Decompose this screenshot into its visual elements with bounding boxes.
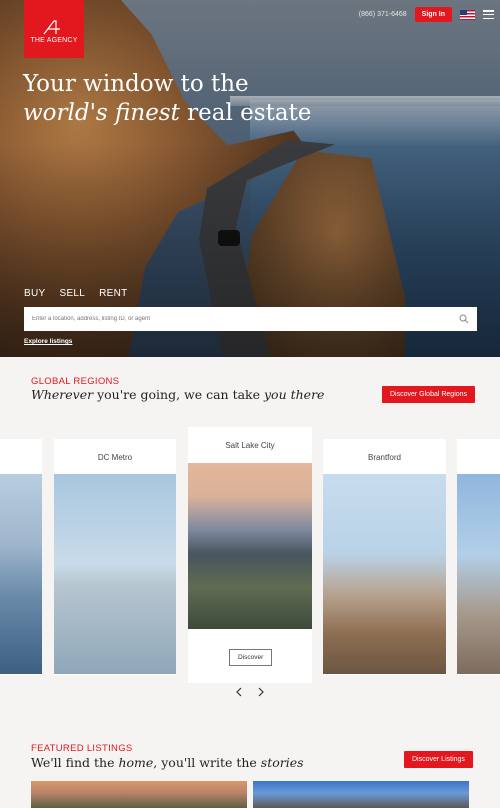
hero: THE AGENCY (866) 371-6468 Sign In Your w…	[0, 0, 500, 357]
tab-buy[interactable]: BUY	[24, 288, 45, 299]
regions-eyebrow: GLOBAL REGIONS	[31, 376, 120, 387]
region-card-edge-left[interactable]	[0, 439, 42, 675]
discover-region-button[interactable]: Discover	[229, 649, 273, 666]
featured-title-pre: We'll find the	[31, 755, 119, 770]
headline-rest: real estate	[179, 100, 312, 126]
hero-tabs: BUY SELL RENT	[24, 288, 128, 299]
region-image	[323, 474, 446, 674]
region-image	[188, 463, 312, 629]
region-image	[54, 474, 176, 674]
featured-title-italic-2: stories	[260, 755, 304, 770]
phone-number[interactable]: (866) 371-6468	[359, 11, 407, 18]
hero-headline: Your window to the world's finest real e…	[23, 70, 311, 128]
region-card-dc-metro[interactable]: DC Metro	[54, 439, 176, 675]
listing-image[interactable]	[31, 781, 247, 808]
featured-title-italic-1: home	[118, 755, 154, 770]
search-bar	[24, 307, 477, 331]
headline-line-1: Your window to the	[23, 71, 249, 97]
featured-title: We'll find the home, you'll write the st…	[31, 755, 304, 770]
tab-sell[interactable]: SELL	[59, 288, 85, 299]
carousel-controls	[0, 687, 500, 697]
region-card-salt-lake-city[interactable]: Salt Lake City Discover	[188, 427, 312, 683]
sign-in-button[interactable]: Sign In	[414, 7, 452, 22]
tab-rent[interactable]: RENT	[99, 288, 127, 299]
logo-mark-icon	[43, 20, 60, 35]
chevron-right-icon[interactable]	[257, 687, 265, 697]
region-name: Salt Lake City	[225, 441, 275, 450]
region-card-edge-right[interactable]	[457, 439, 500, 675]
region-image	[457, 474, 500, 674]
region-image	[0, 474, 42, 674]
search-icon[interactable]	[459, 314, 469, 324]
headline-italic: world's finest	[23, 100, 180, 126]
featured-listings-section: FEATURED LISTINGS We'll find the home, y…	[0, 727, 500, 808]
search-input[interactable]	[32, 316, 459, 322]
listing-image[interactable]	[253, 781, 469, 808]
regions-title-italic-1: Wherever	[31, 387, 94, 402]
logo-text: THE AGENCY	[30, 37, 78, 44]
featured-title-mid: , you'll write the	[153, 755, 261, 770]
explore-listings-link[interactable]: Explore listings	[24, 338, 72, 345]
region-name: Brantford	[368, 453, 401, 462]
regions-carousel: DC Metro Salt Lake City Discover Brantfo…	[0, 427, 500, 687]
region-card-brantford[interactable]: Brantford	[323, 439, 446, 675]
regions-title-italic-2: you there	[264, 387, 325, 402]
us-flag-icon[interactable]	[460, 9, 475, 20]
regions-title-mid: you're going, we can take	[93, 387, 264, 402]
region-name: DC Metro	[97, 453, 133, 462]
chevron-left-icon[interactable]	[235, 687, 243, 697]
regions-title: Wherever you're going, we can take you t…	[31, 387, 324, 402]
discover-global-regions-button[interactable]: Discover Global Regions	[382, 386, 476, 403]
global-regions-section: GLOBAL REGIONS Wherever you're going, we…	[0, 357, 500, 727]
header-actions: (866) 371-6468 Sign In	[359, 7, 494, 22]
featured-eyebrow: FEATURED LISTINGS	[31, 743, 133, 754]
discover-listings-button[interactable]: Discover Listings	[404, 751, 473, 768]
logo[interactable]: THE AGENCY	[24, 0, 84, 58]
headline-line-2: world's finest real estate	[23, 99, 311, 128]
hamburger-icon[interactable]	[483, 10, 494, 19]
